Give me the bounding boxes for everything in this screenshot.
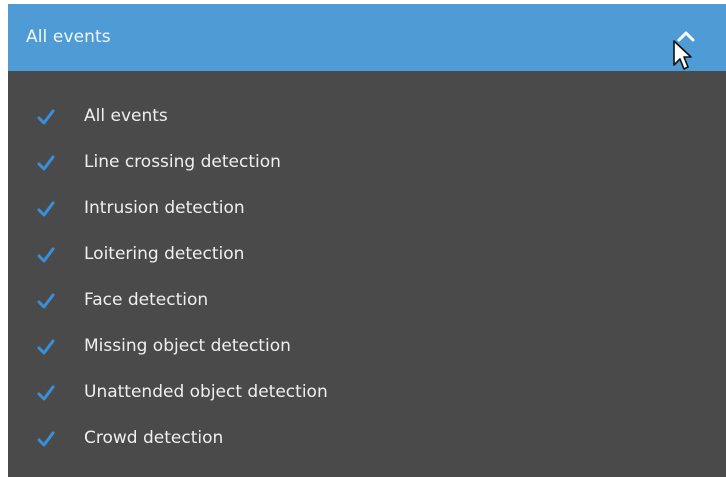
option-loitering-detection[interactable]: Loitering detection bbox=[8, 233, 726, 279]
option-label: Crowd detection bbox=[84, 428, 224, 448]
option-crowd-detection[interactable]: Crowd detection bbox=[8, 417, 726, 463]
checkmark-icon bbox=[37, 431, 55, 447]
option-label: Missing object detection bbox=[84, 336, 291, 356]
checkmark-icon bbox=[37, 201, 55, 217]
checkmark-icon bbox=[37, 293, 55, 309]
option-unattended-object-detection[interactable]: Unattended object detection bbox=[8, 371, 726, 417]
option-intrusion-detection[interactable]: Intrusion detection bbox=[8, 187, 726, 233]
option-label: Face detection bbox=[84, 290, 209, 310]
option-all-events[interactable]: All events bbox=[8, 95, 726, 141]
option-label: Line crossing detection bbox=[84, 152, 281, 172]
dropdown-selected-label: All events bbox=[26, 27, 111, 47]
checkmark-icon bbox=[37, 385, 55, 401]
checkmark-icon bbox=[37, 109, 55, 125]
mouse-pointer-icon bbox=[673, 40, 692, 70]
dropdown-header[interactable]: All events bbox=[8, 4, 726, 71]
option-line-crossing-detection[interactable]: Line crossing detection bbox=[8, 141, 726, 187]
event-options-list: All events Line crossing detection Intru… bbox=[8, 71, 726, 477]
option-missing-object-detection[interactable]: Missing object detection bbox=[8, 325, 726, 371]
chevron-up-icon[interactable] bbox=[676, 29, 696, 43]
option-face-detection[interactable]: Face detection bbox=[8, 279, 726, 325]
option-label: Loitering detection bbox=[84, 244, 245, 264]
checkmark-icon bbox=[37, 339, 55, 355]
checkmark-icon bbox=[37, 247, 55, 263]
option-label: Intrusion detection bbox=[84, 198, 245, 218]
event-filter-dropdown: All events All events Line crossing dete… bbox=[8, 4, 726, 477]
option-label: Unattended object detection bbox=[84, 382, 328, 402]
option-label: All events bbox=[84, 106, 168, 126]
checkmark-icon bbox=[37, 155, 55, 171]
